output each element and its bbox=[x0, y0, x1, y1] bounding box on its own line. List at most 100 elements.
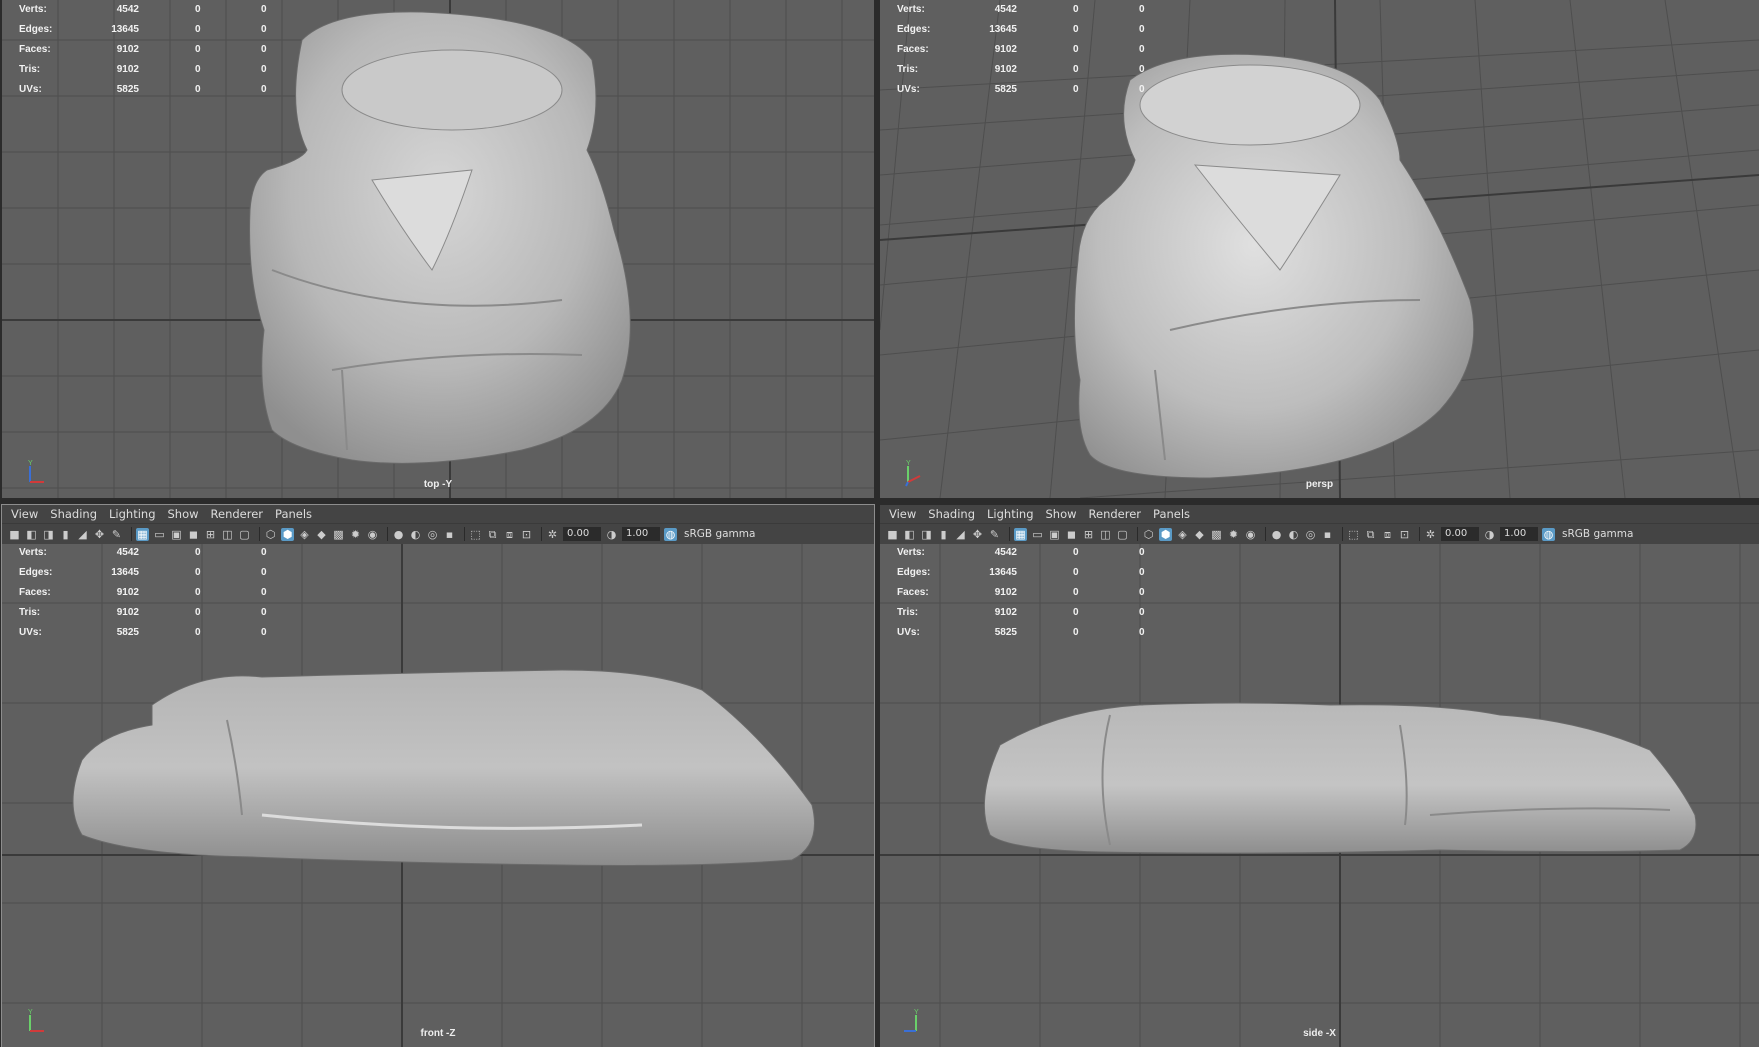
hud-verts-row: Verts: 4542 0 0 bbox=[19, 4, 279, 24]
viewport-side[interactable]: View Shading Lighting Show Renderer Pane… bbox=[880, 505, 1759, 1047]
textured-icon[interactable]: ◆ bbox=[1193, 528, 1206, 541]
xray-icon[interactable]: ◉ bbox=[366, 528, 379, 541]
hud-label-faces: Faces: bbox=[897, 44, 929, 55]
field-chart-icon[interactable]: ⊞ bbox=[1082, 528, 1095, 541]
menu-view[interactable]: View bbox=[889, 507, 916, 521]
safe-title-icon[interactable]: ▢ bbox=[238, 528, 251, 541]
wireframe-on-shaded-icon[interactable]: ◈ bbox=[298, 528, 311, 541]
2d-pan-zoom-icon[interactable]: ✥ bbox=[971, 528, 984, 541]
anti-aliasing-icon[interactable]: ◎ bbox=[1304, 528, 1317, 541]
exposure-icon[interactable]: ✲ bbox=[1424, 528, 1437, 541]
motion-blur-icon[interactable]: ◐ bbox=[1287, 528, 1300, 541]
menu-panels[interactable]: Panels bbox=[275, 507, 312, 521]
grid-icon[interactable]: ▦ bbox=[1014, 527, 1027, 541]
hud-faces-row: Faces: 9102 0 0 bbox=[897, 44, 1157, 64]
menu-show[interactable]: Show bbox=[1046, 507, 1077, 521]
view-transform-label[interactable]: sRGB gamma bbox=[684, 528, 755, 540]
use-all-lights-icon[interactable]: ▩ bbox=[1210, 528, 1223, 541]
hud-label-edges: Edges: bbox=[19, 567, 53, 578]
anti-aliasing-icon[interactable]: ◎ bbox=[426, 528, 439, 541]
depth-of-field-icon[interactable]: ▪ bbox=[1321, 528, 1334, 541]
isolate-select-icon[interactable]: ⬚ bbox=[469, 528, 482, 541]
gamma-icon[interactable]: ◑ bbox=[1483, 528, 1496, 541]
hud-tris-sel: 0 bbox=[195, 607, 201, 618]
menu-shading[interactable]: Shading bbox=[50, 507, 97, 521]
camera-lock-icon[interactable]: ◧ bbox=[903, 528, 916, 541]
isolate-select-icon[interactable]: ⬚ bbox=[1347, 528, 1360, 541]
exposure-field[interactable]: 0.00 bbox=[563, 527, 601, 541]
xray-icon[interactable]: ◉ bbox=[1244, 528, 1257, 541]
color-management-icon[interactable]: ◍ bbox=[664, 527, 677, 541]
frame-all-icon[interactable]: ⊡ bbox=[520, 528, 533, 541]
gamma-field[interactable]: 1.00 bbox=[622, 527, 660, 541]
shadows-icon[interactable]: ✹ bbox=[349, 528, 362, 541]
menu-renderer[interactable]: Renderer bbox=[1089, 507, 1142, 521]
image-plane-icon[interactable]: ◢ bbox=[76, 528, 89, 541]
poly-count-hud: Verts: 4542 0 0 Edges: 13645 0 0 Faces: 9102 0 0 … bbox=[19, 4, 279, 104]
exposure-field[interactable]: 0.00 bbox=[1441, 527, 1479, 541]
safe-action-icon[interactable]: ◫ bbox=[1099, 528, 1112, 541]
menu-shading[interactable]: Shading bbox=[928, 507, 975, 521]
safe-action-icon[interactable]: ◫ bbox=[221, 528, 234, 541]
screen-space-ao-icon[interactable]: ● bbox=[392, 528, 405, 541]
hud-uvs-sel: 0 bbox=[1073, 627, 1079, 638]
xray-components-icon[interactable]: ⧈ bbox=[503, 528, 516, 541]
field-chart-icon[interactable]: ⊞ bbox=[204, 528, 217, 541]
gamma-field[interactable]: 1.00 bbox=[1500, 527, 1538, 541]
use-all-lights-icon[interactable]: ▩ bbox=[332, 528, 345, 541]
viewport-toolbar: ■ ◧ ◨ ▮ ◢ ✥ ✎ ▦ ▭ ▣ ◼ ⊞ ◫ ▢ ⬡ ⬢ ◈ ◆ ▩ ✹ … bbox=[2, 523, 874, 544]
wireframe-on-shaded-icon[interactable]: ◈ bbox=[1176, 528, 1189, 541]
xray-components-icon[interactable]: ⧈ bbox=[1381, 528, 1394, 541]
viewport-front[interactable]: View Shading Lighting Show Renderer Pane… bbox=[1, 504, 875, 1047]
viewport-top[interactable]: Verts: 4542 0 0 Edges: 13645 0 0 Faces: 9102 0 0 … bbox=[2, 0, 874, 498]
2d-pan-zoom-icon[interactable]: ✥ bbox=[93, 528, 106, 541]
safe-title-icon[interactable]: ▢ bbox=[1116, 528, 1129, 541]
viewport-persp[interactable]: Verts: 4542 0 0 Edges: 13645 0 0 Faces: 9102 0 0 … bbox=[880, 0, 1759, 498]
gamma-icon[interactable]: ◑ bbox=[605, 528, 618, 541]
hud-verts-sel: 0 bbox=[195, 547, 201, 558]
gate-mask-icon[interactable]: ◼ bbox=[187, 528, 200, 541]
depth-of-field-icon[interactable]: ▪ bbox=[443, 528, 456, 541]
menu-lighting[interactable]: Lighting bbox=[109, 507, 155, 521]
screen-space-ao-icon[interactable]: ● bbox=[1270, 528, 1283, 541]
shadows-icon[interactable]: ✹ bbox=[1227, 528, 1240, 541]
hud-label-uvs: UVs: bbox=[897, 84, 920, 95]
camera-lock-icon[interactable]: ◧ bbox=[25, 528, 38, 541]
bookmark-icon[interactable]: ▮ bbox=[59, 528, 72, 541]
film-gate-icon[interactable]: ▭ bbox=[153, 528, 166, 541]
wireframe-icon[interactable]: ⬡ bbox=[1142, 528, 1155, 541]
menu-renderer[interactable]: Renderer bbox=[211, 507, 264, 521]
hud-label-faces: Faces: bbox=[19, 587, 51, 598]
bookmark-icon[interactable]: ▮ bbox=[937, 528, 950, 541]
film-gate-icon[interactable]: ▭ bbox=[1031, 528, 1044, 541]
menu-panels[interactable]: Panels bbox=[1153, 507, 1190, 521]
camera-icon[interactable]: ■ bbox=[886, 528, 899, 541]
image-plane-icon[interactable]: ◢ bbox=[954, 528, 967, 541]
xray-joints-icon[interactable]: ⧉ bbox=[486, 528, 499, 541]
camera-icon[interactable]: ■ bbox=[8, 528, 21, 541]
camera-attributes-icon[interactable]: ◨ bbox=[920, 528, 933, 541]
wireframe-icon[interactable]: ⬡ bbox=[264, 528, 277, 541]
gate-mask-icon[interactable]: ◼ bbox=[1065, 528, 1078, 541]
resolution-gate-icon[interactable]: ▣ bbox=[170, 528, 183, 541]
smooth-shade-icon[interactable]: ⬢ bbox=[1159, 527, 1172, 541]
menu-view[interactable]: View bbox=[11, 507, 38, 521]
resolution-gate-icon[interactable]: ▣ bbox=[1048, 528, 1061, 541]
textured-icon[interactable]: ◆ bbox=[315, 528, 328, 541]
grease-pencil-icon[interactable]: ✎ bbox=[110, 528, 123, 541]
hud-tris-value: 9102 bbox=[116, 64, 139, 75]
camera-attributes-icon[interactable]: ◨ bbox=[42, 528, 55, 541]
menu-show[interactable]: Show bbox=[168, 507, 199, 521]
frame-all-icon[interactable]: ⊡ bbox=[1398, 528, 1411, 541]
color-management-icon[interactable]: ◍ bbox=[1542, 527, 1555, 541]
xray-joints-icon[interactable]: ⧉ bbox=[1364, 528, 1377, 541]
grease-pencil-icon[interactable]: ✎ bbox=[988, 528, 1001, 541]
smooth-shade-icon[interactable]: ⬢ bbox=[281, 527, 294, 541]
motion-blur-icon[interactable]: ◐ bbox=[409, 528, 422, 541]
hud-faces-row: Faces: 9102 0 0 bbox=[19, 587, 279, 607]
view-transform-label[interactable]: sRGB gamma bbox=[1562, 528, 1633, 540]
grid-icon[interactable]: ▦ bbox=[136, 527, 149, 541]
hud-label-edges: Edges: bbox=[897, 567, 931, 578]
exposure-icon[interactable]: ✲ bbox=[546, 528, 559, 541]
menu-lighting[interactable]: Lighting bbox=[987, 507, 1033, 521]
